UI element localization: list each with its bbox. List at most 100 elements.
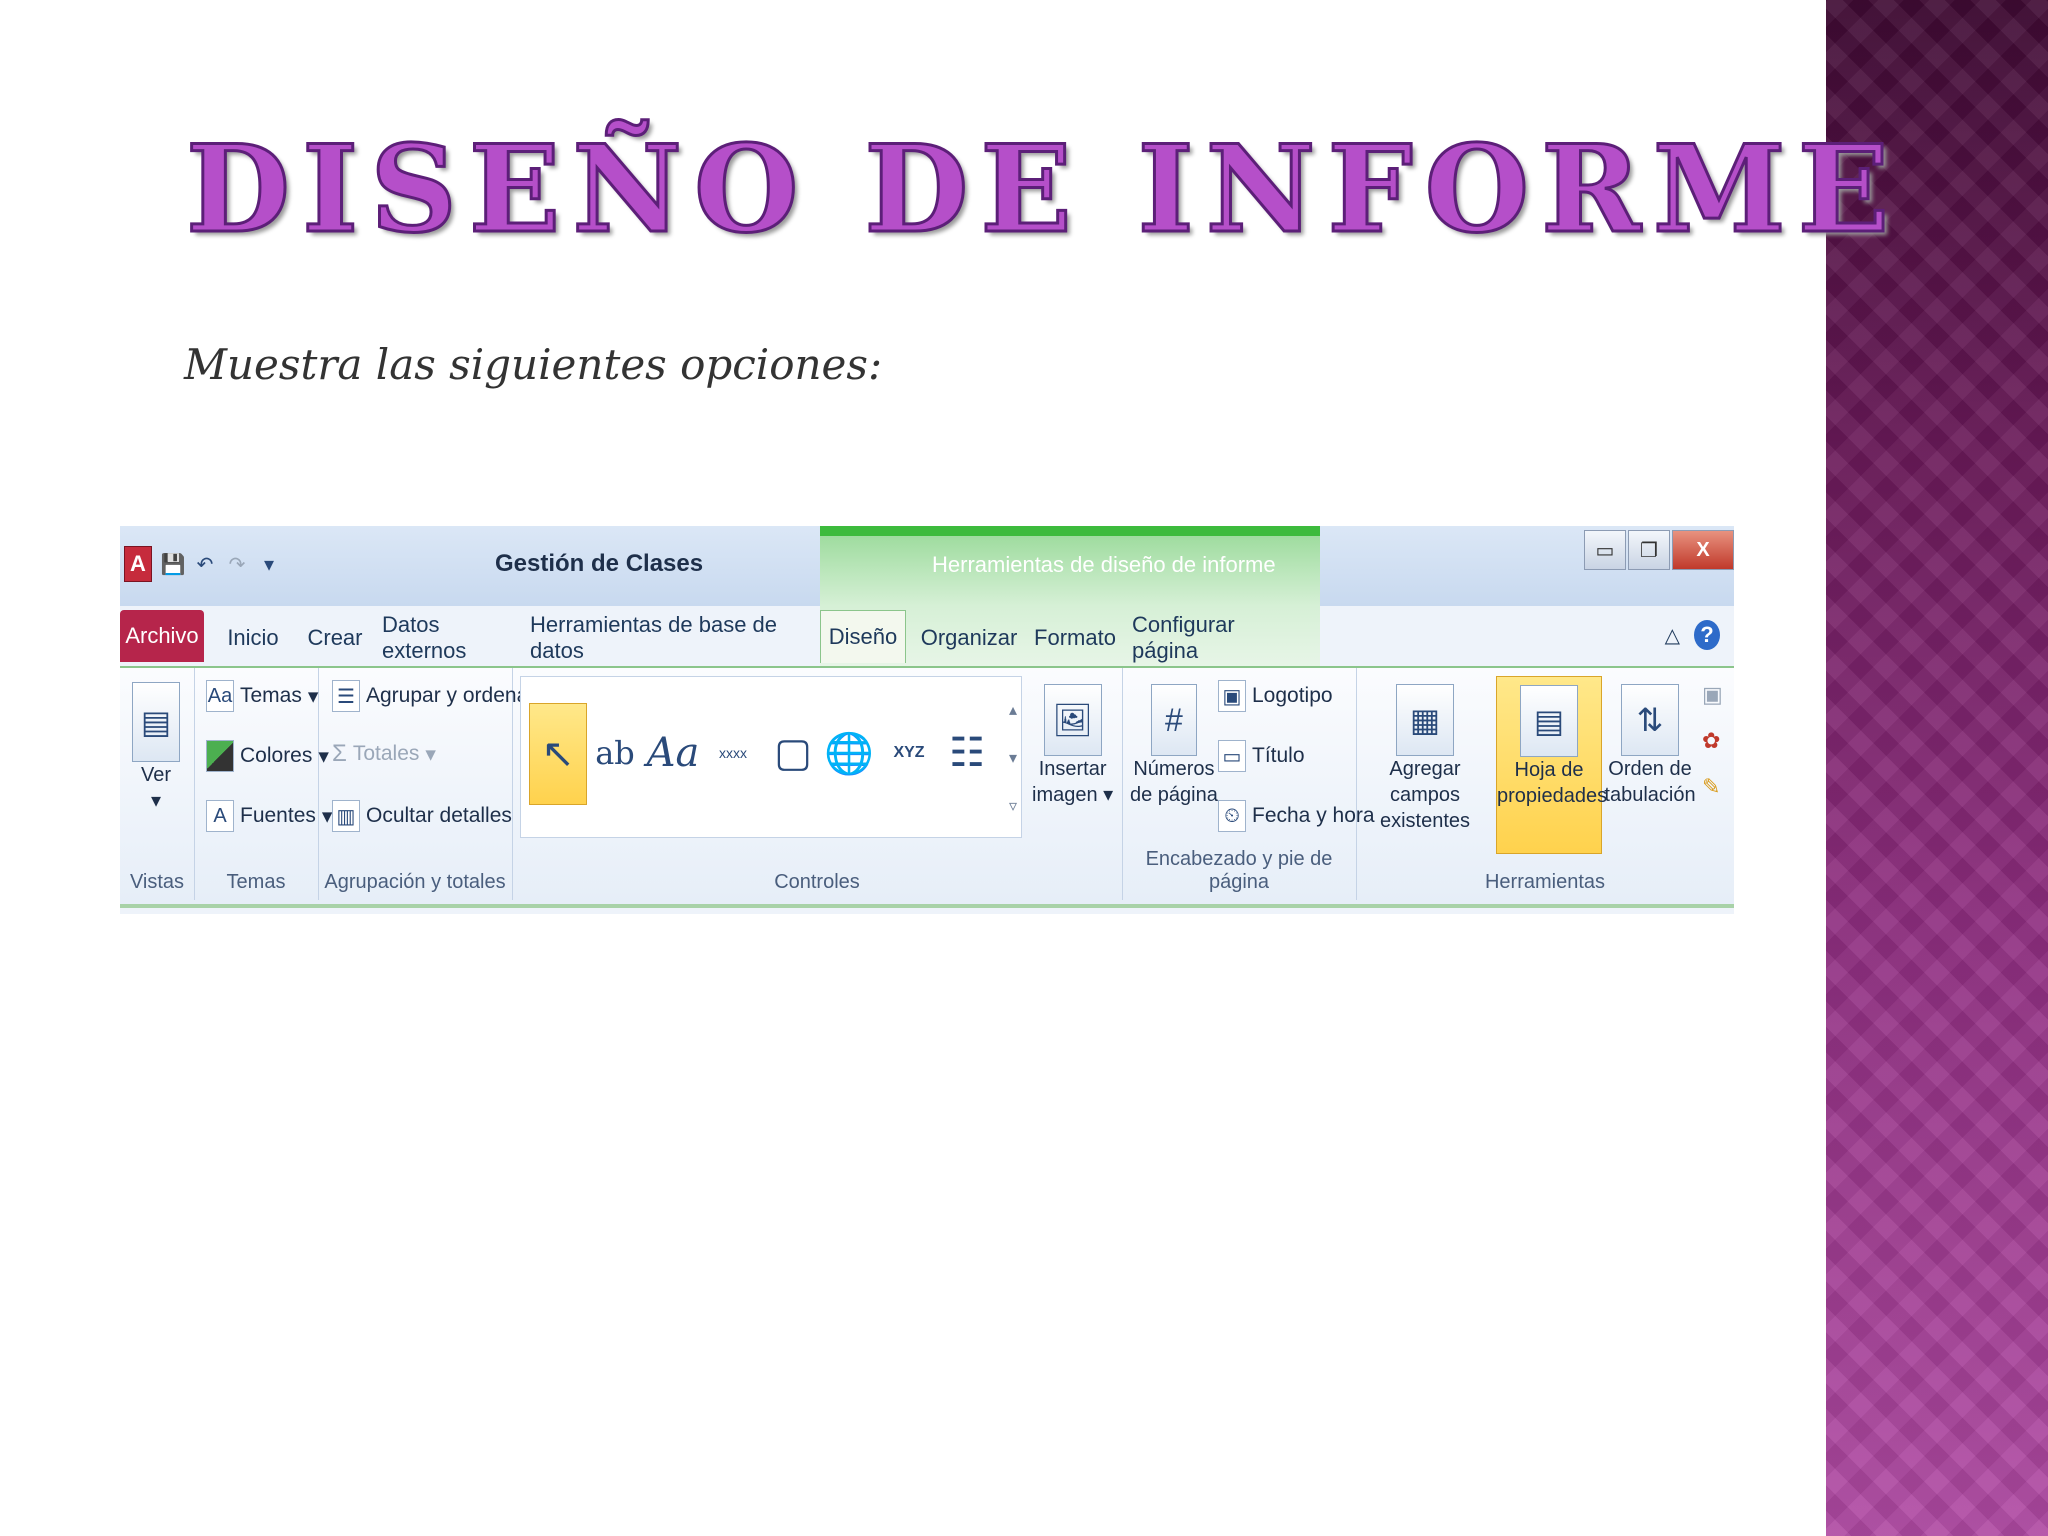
date-time-icon: ⏲ (1218, 800, 1246, 832)
insert-image-icon: 🖼 (1043, 684, 1102, 756)
customize-icon[interactable]: ▾ (258, 549, 280, 579)
tab-archivo[interactable]: Archivo (120, 610, 204, 662)
ribbon-body: ▤ Ver ▾ Vistas Aa Temas ▾ Colores ▾ A Fu… (120, 666, 1734, 908)
numeros-label: Números (1133, 758, 1215, 780)
button-control[interactable]: xxxx (707, 703, 759, 803)
group-vistas: ▤ Ver ▾ Vistas (120, 668, 195, 900)
propiedades-label: propiedades (1497, 785, 1608, 807)
group-label: Vistas (129, 871, 185, 893)
temas-button[interactable]: Aa Temas ▾ (206, 680, 318, 712)
group-label: Temas (226, 871, 286, 893)
group-sort-icon: ☰ (332, 680, 360, 712)
ocultar-detalles-button[interactable]: ▥ Ocultar detalles (332, 800, 512, 832)
controls-gallery: ↖ ab Aa xxxx ▢ 🌐 XYZ ☷ ▴ ▾ ▿ (520, 676, 1022, 838)
orden-label: Orden de (1608, 758, 1692, 780)
access-app-icon[interactable]: A (124, 546, 152, 582)
slide-title: DISEÑO DE INFORME (185, 118, 1902, 261)
ver-button[interactable]: ▤ Ver ▾ (132, 682, 180, 814)
colores-label: Colores (240, 744, 313, 767)
tabulacion-label: tabulación (1604, 784, 1696, 806)
add-fields-icon: ▦ (1396, 684, 1454, 756)
slide-subtitle: Muestra las siguientes opciones: (184, 340, 883, 389)
dropdown-arrow-icon: ▾ (150, 790, 162, 812)
ocultar-label: Ocultar detalles (366, 804, 512, 827)
de-pagina-label: de página (1130, 784, 1218, 806)
titulo-label: Título (1252, 744, 1305, 767)
logotipo-label: Logotipo (1252, 684, 1333, 707)
fonts-icon: A (206, 800, 234, 832)
totales-label: Totales (352, 742, 420, 765)
tab-organizar[interactable]: Organizar (920, 616, 1018, 660)
group-temas: Aa Temas ▾ Colores ▾ A Fuentes ▾ Temas (194, 668, 332, 900)
select-pointer-icon[interactable]: ↖ (529, 703, 587, 805)
fuentes-button[interactable]: A Fuentes ▾ (206, 800, 332, 832)
themes-icon: Aa (206, 680, 234, 712)
tab-order-icon: ⇅ (1621, 684, 1679, 756)
option-group-icon[interactable]: ☷ (941, 703, 993, 803)
window-title: Gestión de Clases (495, 550, 704, 577)
redo-icon[interactable]: ↷ (226, 549, 248, 579)
titulo-button[interactable]: ▭ Título (1218, 740, 1305, 772)
group-agrupacion: ☰ Agrupar y ordenar Σ Totales ▾ ▥ Ocultar… (318, 668, 535, 900)
tab-formato[interactable]: Formato (1032, 616, 1118, 660)
tab-crear[interactable]: Crear (302, 616, 368, 660)
fuentes-label: Fuentes (240, 804, 316, 827)
small-tools: ▣ ✿ ✎ (1702, 682, 1723, 800)
tab-diseno[interactable]: Diseño (820, 610, 906, 663)
group-herramientas: ▦ Agregar campos existentes ▤ Hoja de pr… (1356, 668, 1734, 900)
save-icon[interactable]: 💾 (161, 549, 186, 579)
fecha-hora-button[interactable]: ⏲ Fecha y hora (1218, 800, 1375, 832)
code-icon[interactable]: ✿ (1702, 728, 1723, 754)
group-encabezado: # Números de página ▣ Logotipo ▭ Título … (1122, 668, 1375, 900)
restore-button[interactable]: ❐ (1628, 530, 1670, 570)
gallery-scroll-icon[interactable]: ▴ ▾ ▿ (1009, 687, 1017, 831)
sigma-icon: Σ (332, 740, 347, 767)
quick-access-toolbar: A 💾 ↶ ↷ ▾ (124, 546, 280, 582)
tab-herramientas-base-datos[interactable]: Herramientas de base de datos (530, 612, 812, 663)
ribbon-tabs: Archivo Inicio Crear Datos externos Herr… (120, 606, 1734, 666)
hyperlink-globe-icon[interactable]: 🌐 (823, 703, 875, 803)
colors-icon (206, 740, 234, 772)
group-label: Herramientas (1484, 871, 1606, 893)
navigation-control[interactable]: XYZ (883, 703, 935, 803)
agregar-campos-button[interactable]: ▦ Agregar campos existentes (1360, 684, 1490, 834)
minimize-button[interactable]: ▭ (1584, 530, 1626, 570)
subreport-icon[interactable]: ▣ (1702, 682, 1723, 708)
hoja-propiedades-button[interactable]: ▤ Hoja de propiedades (1496, 676, 1608, 854)
colores-button[interactable]: Colores ▾ (206, 740, 329, 772)
label-control[interactable]: Aa (647, 703, 700, 803)
ribbon-right-icons: △ ? (1665, 620, 1720, 650)
minimize-ribbon-icon[interactable]: △ (1665, 623, 1680, 648)
existentes-label: existentes (1379, 810, 1471, 832)
logotipo-button[interactable]: ▣ Logotipo (1218, 680, 1333, 712)
group-label: Encabezado y pie de página (1145, 848, 1333, 893)
agrupar-ordenar-button[interactable]: ☰ Agrupar y ordenar (332, 680, 535, 712)
window-controls: ▭ ❐ X (1584, 530, 1734, 570)
close-button[interactable]: X (1672, 530, 1734, 570)
page-numbers-icon: # (1150, 684, 1197, 756)
undo-icon[interactable]: ↶ (194, 549, 216, 579)
ver-label: Ver (140, 764, 172, 786)
numeros-pagina-button[interactable]: # Números de página (1130, 684, 1218, 808)
textbox-control[interactable]: ab (589, 703, 641, 803)
agrupar-label: Agrupar y ordenar (366, 684, 536, 707)
insertar-label: Insertar (1038, 758, 1107, 780)
agregar-label: Agregar campos (1389, 758, 1461, 806)
hoja-label: Hoja de (1514, 759, 1584, 781)
tab-control-icon[interactable]: ▢ (767, 703, 819, 803)
group-label: Controles (774, 871, 860, 893)
convert-macros-icon[interactable]: ✎ (1702, 774, 1723, 800)
insertar-imagen-button[interactable]: 🖼 Insertar imagen ▾ (1032, 684, 1113, 808)
help-icon[interactable]: ? (1694, 620, 1720, 650)
slide: DISEÑO DE INFORME Muestra las siguientes… (0, 0, 2048, 1536)
temas-label: Temas (240, 684, 302, 707)
group-label: Agrupación y totales (324, 871, 506, 893)
ribbon-screenshot: A 💾 ↶ ↷ ▾ Gestión de Clases Herramientas… (120, 526, 1734, 914)
totales-button[interactable]: Σ Totales ▾ (332, 740, 436, 768)
tab-inicio[interactable]: Inicio (218, 616, 288, 660)
contextual-tab-title: Herramientas de diseño de informe (932, 552, 1276, 577)
group-controles: ↖ ab Aa xxxx ▢ 🌐 XYZ ☷ ▴ ▾ ▿ 🖼 Insertar im… (512, 668, 1123, 900)
tab-configurar-pagina[interactable]: Configurar página (1132, 612, 1304, 663)
orden-tabulacion-button[interactable]: ⇅ Orden de tabulación (1604, 684, 1696, 808)
tab-datos-externos[interactable]: Datos externos (382, 612, 516, 663)
